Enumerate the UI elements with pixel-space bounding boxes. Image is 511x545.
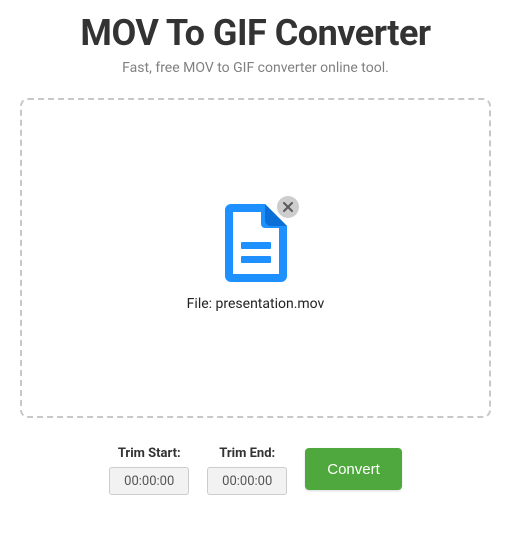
file-name-label: File: presentation.mov: [187, 296, 325, 312]
file-name: presentation.mov: [216, 296, 325, 312]
trim-start-field: Trim Start:: [109, 446, 189, 495]
page-subtitle: Fast, free MOV to GIF converter online t…: [20, 60, 491, 76]
trim-start-label: Trim Start:: [118, 446, 181, 461]
trim-end-field: Trim End:: [207, 446, 287, 495]
remove-file-button[interactable]: [277, 196, 299, 218]
trim-end-input[interactable]: [207, 467, 287, 495]
page-title: MOV To GIF Converter: [20, 12, 491, 54]
convert-button[interactable]: Convert: [305, 448, 402, 490]
file-dropzone[interactable]: File: presentation.mov: [20, 98, 491, 418]
file-icon: [225, 204, 287, 282]
trim-start-input[interactable]: [109, 467, 189, 495]
close-icon: [283, 202, 293, 212]
file-icon-wrap: [221, 204, 291, 282]
trim-end-label: Trim End:: [219, 446, 275, 461]
file-prefix: File:: [187, 296, 216, 312]
controls-row: Trim Start: Trim End: Convert: [20, 446, 491, 495]
